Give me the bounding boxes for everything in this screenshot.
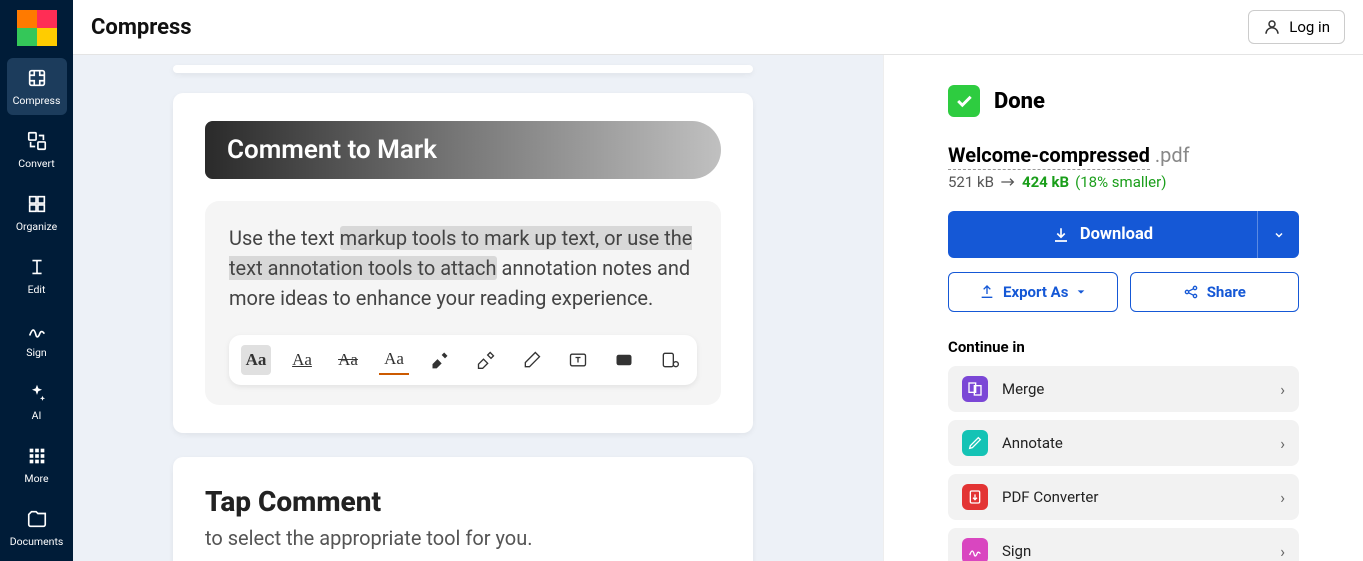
login-label: Log in (1289, 18, 1330, 36)
annotate-icon (962, 430, 988, 456)
nav-label: Convert (18, 157, 54, 170)
caret-down-icon (1076, 287, 1086, 297)
nav-organize[interactable]: Organize (7, 184, 67, 241)
result-panel: Done Welcome-compressed .pdf 521 kB 424 … (883, 55, 1363, 561)
highlight-tool-icon[interactable]: Aa (241, 345, 271, 375)
download-button[interactable]: Download (948, 211, 1257, 258)
nav-label: Sign (26, 346, 46, 359)
continue-pdf-converter[interactable]: PDF Converter › (948, 474, 1299, 520)
doc-subheading: to select the appropriate tool for you. (205, 526, 721, 550)
login-button[interactable]: Log in (1248, 10, 1345, 44)
documents-icon (25, 507, 49, 531)
nav-label: Organize (16, 220, 57, 233)
nav-compress[interactable]: Compress (7, 58, 67, 115)
download-dropdown[interactable] (1257, 211, 1299, 258)
nav-label: Documents (10, 535, 64, 548)
download-label: Download (1080, 225, 1153, 244)
doc-card-prev (173, 65, 753, 73)
share-button[interactable]: Share (1130, 272, 1300, 312)
eraser-icon[interactable] (517, 345, 547, 375)
highlighter-outline-icon[interactable] (471, 345, 501, 375)
continue-in-label: Continue in (948, 338, 1299, 356)
stamp-icon[interactable] (655, 345, 685, 375)
ai-icon (25, 381, 49, 405)
share-label: Share (1207, 283, 1246, 301)
nav-documents[interactable]: Documents (7, 499, 67, 556)
chevron-right-icon: › (1280, 434, 1285, 453)
app-logo[interactable] (17, 10, 57, 46)
nav-more[interactable]: More (7, 436, 67, 493)
nav-sign[interactable]: Sign (7, 310, 67, 367)
compress-icon (25, 66, 49, 90)
file-name-row: Welcome-compressed .pdf (948, 143, 1299, 167)
note-icon[interactable] (609, 345, 639, 375)
nav-label: AI (32, 409, 42, 422)
strike-tool-icon[interactable]: Aa (333, 345, 363, 375)
doc-card-2: Tap Comment to select the appropriate to… (173, 457, 753, 561)
doc-text-pre: Use the text (229, 226, 340, 250)
doc-text: Use the text markup tools to mark up tex… (205, 201, 721, 405)
size-pct: (18% smaller) (1075, 173, 1166, 191)
arrow-right-icon (1000, 176, 1016, 188)
document-preview[interactable]: Comment to Mark Use the text markup tool… (73, 55, 883, 561)
nav-label: Edit (28, 283, 46, 296)
ci-label: Merge (1002, 380, 1280, 398)
page-title: Compress (91, 15, 192, 40)
ci-label: Annotate (1002, 434, 1280, 452)
share-icon (1183, 284, 1199, 300)
file-name[interactable]: Welcome-compressed (948, 143, 1150, 170)
ci-label: Sign (1002, 542, 1280, 560)
chevron-down-icon (1273, 229, 1285, 241)
squiggly-tool-icon[interactable]: Aa (379, 345, 409, 375)
ci-label: PDF Converter (1002, 488, 1280, 506)
highlighter-icon[interactable] (425, 345, 455, 375)
doc-card-1: Comment to Mark Use the text markup tool… (173, 93, 753, 433)
export-icon (979, 284, 995, 300)
nav-ai[interactable]: AI (7, 373, 67, 430)
doc-banner: Comment to Mark (205, 121, 721, 179)
done-status: Done (948, 85, 1299, 117)
chevron-right-icon: › (1280, 380, 1285, 399)
textbox-icon[interactable] (563, 345, 593, 375)
topbar: Compress Log in (73, 0, 1363, 55)
export-as-button[interactable]: Export As (948, 272, 1118, 312)
size-row: 521 kB 424 kB (18% smaller) (948, 173, 1299, 191)
continue-merge[interactable]: Merge › (948, 366, 1299, 412)
sign-tool-icon (962, 538, 988, 561)
more-icon (25, 444, 49, 468)
nav-edit[interactable]: Edit (7, 247, 67, 304)
done-label: Done (994, 89, 1045, 114)
chevron-right-icon: › (1280, 488, 1285, 507)
continue-sign[interactable]: Sign › (948, 528, 1299, 561)
download-icon (1052, 226, 1070, 244)
nav-label: Compress (13, 94, 61, 107)
file-ext: .pdf (1155, 143, 1190, 167)
pdf-converter-icon (962, 484, 988, 510)
nav-convert[interactable]: Convert (7, 121, 67, 178)
user-icon (1263, 18, 1281, 36)
doc-heading: Tap Comment (205, 485, 721, 518)
organize-icon (25, 192, 49, 216)
convert-icon (25, 129, 49, 153)
export-label: Export As (1003, 283, 1068, 301)
check-icon (948, 85, 980, 117)
continue-annotate[interactable]: Annotate › (948, 420, 1299, 466)
size-old: 521 kB (948, 173, 994, 191)
sidebar-nav: Compress Convert Organize Edit Sign AI (0, 0, 73, 561)
merge-icon (962, 376, 988, 402)
nav-label: More (24, 472, 48, 485)
chevron-right-icon: › (1280, 542, 1285, 561)
underline-tool-icon[interactable]: Aa (287, 345, 317, 375)
markup-toolbar-1: Aa Aa Aa Aa (229, 335, 697, 385)
size-new: 424 kB (1022, 173, 1069, 191)
edit-icon (25, 255, 49, 279)
sign-icon (25, 318, 49, 342)
